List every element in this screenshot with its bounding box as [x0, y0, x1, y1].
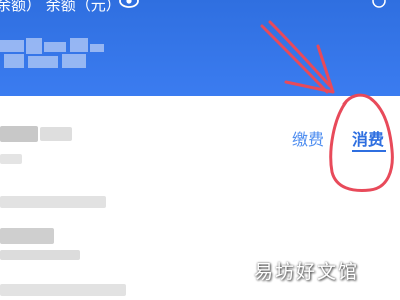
- masked-record-row: [0, 154, 22, 164]
- eye-icon[interactable]: [119, 0, 139, 8]
- masked-record-row: [0, 284, 126, 296]
- masked-record-row: [0, 228, 54, 244]
- tab-active-indicator: [352, 150, 386, 152]
- balance-label: 余额） 余额（元）: [0, 0, 121, 14]
- tab-consume[interactable]: 消费: [352, 126, 384, 150]
- masked-balance-amount: [0, 38, 104, 72]
- masked-record-title-2: [40, 127, 72, 141]
- tab-pay[interactable]: 缴费: [292, 126, 324, 150]
- masked-record-row: [0, 196, 106, 208]
- balance-header: 余额） 余额（元）: [0, 0, 400, 96]
- app-screen: 余额） 余额（元） 缴费 消费 易坊好文馆: [0, 0, 400, 300]
- masked-record-row: [0, 250, 80, 260]
- masked-record-title: [0, 126, 38, 142]
- watermark-text: 易坊好文馆: [254, 261, 360, 283]
- help-icon[interactable]: [372, 0, 386, 8]
